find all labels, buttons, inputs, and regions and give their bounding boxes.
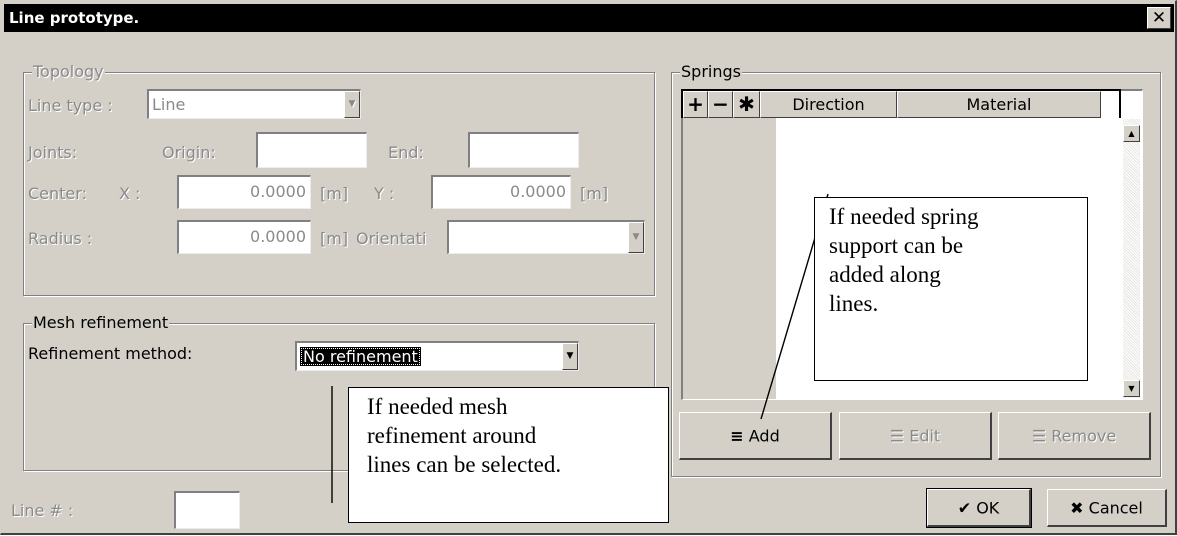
ok-button[interactable]: ✔ OK xyxy=(926,488,1032,528)
title-bar[interactable]: Line prototype. ✕ xyxy=(4,4,1174,32)
chevron-down-icon[interactable]: ▼ xyxy=(344,91,360,118)
end-label: End: xyxy=(388,143,424,162)
refinement-method-label: Refinement method: xyxy=(28,344,193,363)
center-x-value: 0.0000 xyxy=(250,182,306,201)
center-x-field[interactable]: 0.0000 xyxy=(177,175,311,209)
edit-button[interactable]: ☰ Edit xyxy=(839,412,992,460)
add-row-button[interactable]: + xyxy=(683,91,708,118)
joints-label: Joints: xyxy=(28,143,78,162)
mesh-note-line-2: refinement around xyxy=(367,423,537,448)
edit-button-label: Edit xyxy=(909,426,941,445)
springs-note-line-1: If needed spring xyxy=(829,204,979,229)
origin-label: Origin: xyxy=(162,143,216,162)
scroll-up-icon[interactable]: ▲ xyxy=(1123,125,1140,142)
radius-label: Radius : xyxy=(28,229,93,248)
springs-grid-scrollbar[interactable]: ▲ ▼ xyxy=(1123,119,1140,398)
check-icon: ✔ xyxy=(957,498,972,517)
column-header-direction-label: Direction xyxy=(792,95,865,114)
x-icon: ✖ xyxy=(1070,498,1084,517)
orientation-label: Orientati xyxy=(356,229,427,248)
center-y-unit: [m] xyxy=(580,184,609,203)
minus-icon: − xyxy=(712,92,729,116)
radius-unit: [m] xyxy=(320,229,349,248)
list-edit-icon: ☰ xyxy=(889,426,905,445)
springs-grid-header: + − ✱ Direction Material xyxy=(681,89,1121,118)
center-y-value: 0.0000 xyxy=(510,182,566,201)
mesh-annotation-note: If needed mesh refinement around lines c… xyxy=(348,387,669,523)
cancel-button-label: Cancel xyxy=(1088,498,1143,517)
line-prototype-dialog: Line prototype. ✕ Topology Line type : L… xyxy=(0,0,1177,535)
refinement-method-value: No refinement xyxy=(300,347,421,366)
line-number-field[interactable] xyxy=(174,491,240,529)
chevron-down-icon[interactable]: ▼ xyxy=(562,343,578,370)
origin-field[interactable] xyxy=(256,132,367,168)
star-row-button[interactable]: ✱ xyxy=(733,91,760,118)
line-type-select[interactable]: Line ▼ xyxy=(147,89,361,119)
mesh-note-line-1: If needed mesh xyxy=(367,394,508,419)
asterisk-icon: ✱ xyxy=(738,92,755,116)
center-y-field[interactable]: 0.0000 xyxy=(431,175,571,209)
ok-button-label: OK xyxy=(976,498,1000,517)
springs-note-line-4: lines. xyxy=(829,291,879,316)
remove-button[interactable]: ☰ Remove xyxy=(998,412,1151,460)
window-title: Line prototype. xyxy=(9,9,140,27)
mesh-refinement-group-label: Mesh refinement xyxy=(32,313,170,333)
center-x-unit: [m] xyxy=(320,184,349,203)
close-icon: ✕ xyxy=(1151,8,1167,28)
refinement-method-select[interactable]: No refinement ▼ xyxy=(295,341,579,371)
center-label: Center: xyxy=(28,184,87,203)
springs-note-line-2: support can be xyxy=(829,233,964,258)
chevron-down-icon[interactable]: ▼ xyxy=(628,222,644,253)
end-field[interactable] xyxy=(468,132,579,168)
remove-row-button[interactable]: − xyxy=(708,91,733,118)
line-type-value: Line xyxy=(152,95,186,114)
plus-icon: + xyxy=(687,92,704,116)
close-button[interactable]: ✕ xyxy=(1147,7,1171,29)
radius-value: 0.0000 xyxy=(250,227,306,246)
springs-group-label: Springs xyxy=(680,62,742,82)
line-number-label: Line # : xyxy=(11,501,74,520)
list-add-icon: ≡ xyxy=(730,426,744,445)
column-header-material-label: Material xyxy=(966,95,1032,114)
add-button-label: Add xyxy=(748,426,780,445)
topology-group-label: Topology xyxy=(32,62,105,82)
orientation-select[interactable]: ▼ xyxy=(447,220,645,254)
springs-note-line-3: added along xyxy=(829,262,941,287)
remove-button-label: Remove xyxy=(1051,426,1117,445)
radius-field[interactable]: 0.0000 xyxy=(177,220,311,254)
column-header-material[interactable]: Material xyxy=(897,91,1101,118)
scroll-down-icon[interactable]: ▼ xyxy=(1123,380,1140,397)
list-remove-icon: ☰ xyxy=(1031,426,1047,445)
springs-annotation-note: If needed spring support can be added al… xyxy=(814,197,1088,381)
center-x-label: X : xyxy=(119,184,141,203)
mesh-note-line-3: lines can be selected. xyxy=(367,452,562,477)
add-button[interactable]: ≡ Add xyxy=(679,412,832,460)
line-type-label: Line type : xyxy=(28,96,113,115)
center-y-label: Y : xyxy=(374,184,395,203)
springs-grid-fixed-column xyxy=(683,91,776,399)
cancel-button[interactable]: ✖ Cancel xyxy=(1047,489,1167,527)
column-header-direction[interactable]: Direction xyxy=(760,91,897,118)
